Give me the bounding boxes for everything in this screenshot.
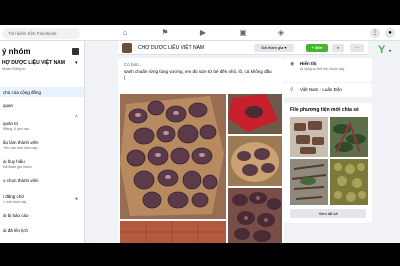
location-card: ⚲ Việt Nam - Luân Đôn <box>284 83 372 97</box>
sidebar-item-sub: Riêng, 6 yêu cầu <box>3 127 30 131</box>
chevron-down-icon[interactable]: ▾ <box>75 60 78 66</box>
panel-icon[interactable] <box>72 48 79 55</box>
post-photo[interactable] <box>120 94 226 219</box>
post-photo[interactable] <box>228 188 282 243</box>
media-thumbnail[interactable] <box>290 117 328 157</box>
post-top-line: Có bán... <box>124 62 143 67</box>
group-privacy: Nhóm Riêng tư <box>2 67 26 71</box>
post-photo[interactable] <box>228 94 282 134</box>
group-avatar[interactable] <box>122 43 132 53</box>
sidebar-item-sub: Đã tham gia nhóm <box>3 165 32 169</box>
media-thumbnail[interactable] <box>330 159 368 205</box>
messenger-icon[interactable]: ● <box>385 28 395 38</box>
sidebar-item-label[interactable]: quan <box>3 103 13 108</box>
visibility-title: Hiển thị <box>300 61 317 66</box>
home-icon[interactable]: ⌂ <box>120 28 130 38</box>
sidebar-item-label[interactable]: ai huy hiệu <box>3 159 25 164</box>
post-card: Có bán... sanh chuẩn rừng tùng vương, em… <box>118 58 284 243</box>
screen: Tìm kiếm trên Facebook ⌂ ⚑ ▶ ▣ ◈ ⋮ ● ý n… <box>0 0 400 266</box>
watch-icon[interactable]: ▶ <box>198 28 208 38</box>
mushroom-closeup-photo <box>228 136 282 186</box>
sidebar-item-community-home[interactable]: chủ của cộng đồng <box>0 87 84 97</box>
top-nav: Tìm kiếm trên Facebook ⌂ ⚑ ▶ ▣ ◈ ⋮ ● <box>0 25 400 41</box>
bag-photo <box>228 94 282 134</box>
see-all-button[interactable]: Xem tất cả <box>290 209 366 218</box>
post-photo[interactable] <box>228 136 282 186</box>
sidebar-item-label[interactable]: i đăng chờ <box>3 194 24 199</box>
floor-tiles-photo <box>120 221 226 243</box>
chevron-down-icon[interactable]: ▾ <box>389 48 391 53</box>
visibility-text: Ai cũng có thể tìm nhóm này <box>300 67 345 71</box>
group-header: CHỢ DƯỢC LIỆU VIỆT NAM Đã tham gia ▾ + M… <box>118 41 368 55</box>
more-button[interactable]: ··· <box>350 44 364 52</box>
eye-icon: ◉ <box>290 61 295 67</box>
mushroom-photo <box>120 94 226 219</box>
location-pin-icon: ⚲ <box>290 87 294 93</box>
facebook-app: Tìm kiếm trên Facebook ⌂ ⚑ ▶ ▣ ◈ ⋮ ● ý n… <box>0 25 400 243</box>
sidebar-title: ý nhóm <box>2 47 31 56</box>
badge-dot-icon: ● <box>75 196 79 202</box>
chevron-up-icon[interactable]: ˄ <box>75 114 78 120</box>
search-icon[interactable]: ⌕ <box>332 44 344 52</box>
flag-icon[interactable]: ⚑ <box>160 28 170 38</box>
root-photo <box>290 159 328 205</box>
about-card: Hiển thị Ai cũng có thể tìm nhóm này ◉ <box>284 58 372 82</box>
search-input[interactable]: Tìm kiếm trên Facebook <box>2 28 80 39</box>
post-text: sanh chuẩn rừng tùng vương, em đủ size t… <box>124 69 272 80</box>
post-photo[interactable] <box>120 221 226 243</box>
recent-media-title: File phương tiện mới chia sẻ <box>290 107 359 113</box>
admin-sidebar: ý nhóm HỢ DƯỢC LIỆU VIỆT NAM ▾ Nhóm Riên… <box>0 41 85 243</box>
media-thumbnail[interactable] <box>290 159 328 205</box>
menu-grid-icon[interactable]: ⋮ <box>370 28 380 38</box>
group-title[interactable]: CHỢ DƯỢC LIỆU VIỆT NAM <box>138 45 204 51</box>
sidebar-item-label[interactable]: ài bị báo cáo <box>3 213 29 218</box>
joined-button[interactable]: Đã tham gia ▾ <box>254 44 294 52</box>
sidebar-item-label[interactable]: ọ chọn thành viên <box>3 178 39 183</box>
sidebar-item-label[interactable]: ầu làm thành viên <box>3 140 39 145</box>
sidebar-item-sub: Yêu cầu mới hôm nay <box>3 146 38 150</box>
media-thumbnail[interactable] <box>330 117 368 157</box>
mushroom-pile-photo <box>228 188 282 243</box>
sidebar-item-label[interactable]: quản trị <box>3 121 18 126</box>
sidebar-item-sub: 1 mới hôm nay <box>3 200 27 204</box>
marketplace-icon[interactable]: ▣ <box>238 28 248 38</box>
group-name[interactable]: HỢ DƯỢC LIỆU VIỆT NAM <box>2 60 65 66</box>
location-text: Việt Nam - Luân Đôn <box>300 87 342 92</box>
invite-button[interactable]: + Mời <box>306 44 328 52</box>
recent-media-card: File phương tiện mới chia sẻ Xem tất cả <box>284 103 372 223</box>
sidebar-item-label[interactable]: ài đã lên lịch <box>3 228 28 233</box>
dried-herb-photo <box>330 159 368 205</box>
herb-photo <box>290 117 328 157</box>
plant-photo <box>330 117 368 157</box>
gaming-icon[interactable]: ◈ <box>276 28 286 38</box>
